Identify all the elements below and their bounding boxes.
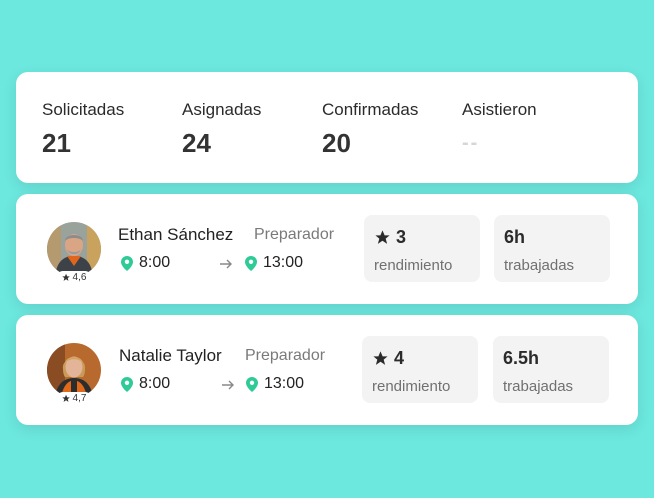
location-pin-icon xyxy=(246,376,258,392)
performance-label: rendimiento xyxy=(372,378,451,395)
avatar-wrap: 4,6 xyxy=(47,222,101,284)
start-time: 8:00 xyxy=(121,254,170,272)
hours-metric: 6.5h trabajadas xyxy=(493,336,609,403)
hours-value: 6.5h xyxy=(503,348,540,368)
hours-value: 6h xyxy=(504,227,526,247)
star-icon xyxy=(373,351,388,365)
stat-value: 21 xyxy=(42,128,71,158)
rating-value: 4,7 xyxy=(72,393,87,404)
end-time: 13:00 xyxy=(246,375,304,393)
performance-value: 4 xyxy=(394,348,405,368)
end-time-value: 13:00 xyxy=(264,375,305,392)
arrow-right-icon xyxy=(222,380,234,390)
star-icon xyxy=(62,273,70,281)
location-pin-icon xyxy=(245,255,257,271)
star-icon xyxy=(375,230,390,244)
stat-value: 24 xyxy=(182,128,211,158)
rating-value: 4,6 xyxy=(72,272,87,283)
performance-metric: 3 rendimiento xyxy=(364,215,480,282)
avatar xyxy=(47,222,101,276)
avatar-wrap: 4,7 xyxy=(47,343,101,405)
start-time-value: 8:00 xyxy=(139,254,171,271)
worker-card[interactable]: 4,7 Natalie Taylor Preparador 8:00 13:00… xyxy=(16,315,638,425)
start-time-value: 8:00 xyxy=(139,375,171,392)
rating-pill: 4,6 xyxy=(56,271,92,284)
performance-label: rendimiento xyxy=(374,257,453,274)
hours-label: trabajadas xyxy=(504,257,575,274)
worker-name: Natalie Taylor xyxy=(119,346,222,365)
performance-value-row: 3 xyxy=(374,227,406,248)
start-time: 8:00 xyxy=(121,375,170,393)
stat-label: Asistieron xyxy=(462,100,537,119)
worker-role: Preparador xyxy=(254,226,335,243)
worker-name: Ethan Sánchez xyxy=(118,225,234,244)
arrow-right-icon xyxy=(220,259,232,269)
stat-value-empty: -- xyxy=(462,132,480,154)
rating-pill: 4,7 xyxy=(56,392,92,405)
avatar xyxy=(47,343,101,397)
stat-label: Solicitadas xyxy=(42,100,125,119)
stat-value: 20 xyxy=(322,128,351,158)
location-pin-icon xyxy=(121,255,133,271)
location-pin-icon xyxy=(121,376,133,392)
performance-value: 3 xyxy=(396,227,407,247)
performance-metric: 4 rendimiento xyxy=(362,336,478,403)
hours-metric: 6h trabajadas xyxy=(494,215,610,282)
star-icon xyxy=(62,394,70,402)
worker-role: Preparador xyxy=(245,347,326,364)
stats-card: Solicitadas 21 Asignadas 24 Confirmadas … xyxy=(16,72,638,183)
stat-label: Asignadas xyxy=(182,100,262,119)
stat-label: Confirmadas xyxy=(322,100,419,119)
worker-card[interactable]: 4,6 Ethan Sánchez Preparador 8:00 13:00 … xyxy=(16,194,638,304)
end-time: 13:00 xyxy=(245,254,303,272)
performance-value-row: 4 xyxy=(372,348,404,369)
hours-label: trabajadas xyxy=(503,378,574,395)
end-time-value: 13:00 xyxy=(263,254,304,271)
